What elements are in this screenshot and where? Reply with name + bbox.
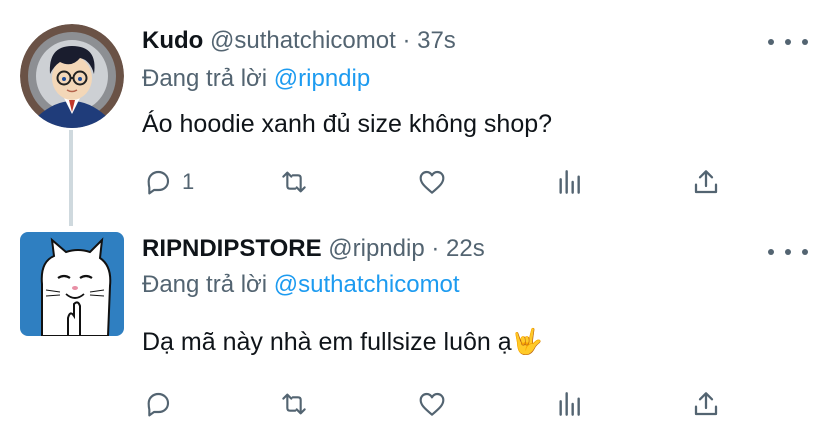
replying-to: Đang trả lời @ripndip <box>142 64 370 94</box>
like-button[interactable] <box>416 384 448 424</box>
replying-to-mention[interactable]: @ripndip <box>274 65 370 92</box>
share-icon <box>694 170 718 194</box>
share-button[interactable] <box>690 162 722 202</box>
like-icon <box>419 170 445 194</box>
like-button[interactable] <box>416 162 448 202</box>
share-button[interactable] <box>690 384 722 424</box>
replying-to-prefix: Đang trả lời <box>142 65 268 92</box>
tweet-text: Dạ mã này nhà em fullsize luôn ạ🤟 <box>142 326 543 358</box>
tweet-kudo[interactable]: Kudo @suthatchicomot · 37s Đang trả lời … <box>0 0 828 226</box>
tweet-header: RIPNDIPSTORE @ripndip · 22s <box>142 234 485 264</box>
timestamp[interactable]: 37s <box>417 27 456 54</box>
tweet-text-content: Dạ mã này nhà em fullsize luôn ạ <box>142 328 512 356</box>
handle[interactable]: @ripndip <box>328 235 424 262</box>
action-bar: 1 <box>0 162 828 202</box>
share-icon <box>694 392 718 416</box>
analytics-icon <box>559 392 580 416</box>
display-name[interactable]: RIPNDIPSTORE <box>142 235 322 262</box>
avatar[interactable] <box>20 24 124 128</box>
more-icon[interactable] <box>768 240 808 264</box>
display-name[interactable]: Kudo <box>142 27 203 54</box>
like-icon <box>419 392 445 416</box>
retweet-icon <box>282 393 306 415</box>
reply-count: 1 <box>182 169 195 194</box>
tweet-text: Áo hoodie xanh đủ size không shop? <box>142 110 553 138</box>
retweet-button[interactable] <box>278 384 310 424</box>
avatar-image <box>20 24 124 128</box>
reply-icon <box>147 170 170 195</box>
replying-to-mention[interactable]: @suthatchicomot <box>274 271 460 298</box>
tweet-header: Kudo @suthatchicomot · 37s <box>142 26 456 56</box>
action-bar <box>0 384 828 424</box>
reply-button[interactable]: 1 <box>142 162 194 202</box>
reply-icon <box>147 392 170 417</box>
more-icon[interactable] <box>768 30 808 54</box>
replying-to-prefix: Đang trả lời <box>142 271 268 298</box>
avatar-image <box>20 232 124 336</box>
handle[interactable]: @suthatchicomot <box>210 27 396 54</box>
replying-to: Đang trả lời @suthatchicomot <box>142 270 460 300</box>
separator: · <box>431 235 440 262</box>
retweet-button[interactable] <box>278 162 310 202</box>
analytics-button[interactable] <box>554 384 586 424</box>
hand-gesture-emoji: 🤟 <box>511 328 543 356</box>
retweet-icon <box>282 171 306 193</box>
avatar[interactable] <box>20 232 124 336</box>
separator: · <box>402 27 411 54</box>
analytics-icon <box>559 170 580 194</box>
analytics-button[interactable] <box>554 162 586 202</box>
tweet-ripndipstore[interactable]: RIPNDIPSTORE @ripndip · 22s Đang trả lời… <box>0 218 828 436</box>
reply-button[interactable] <box>142 384 182 424</box>
timestamp[interactable]: 22s <box>446 235 485 262</box>
